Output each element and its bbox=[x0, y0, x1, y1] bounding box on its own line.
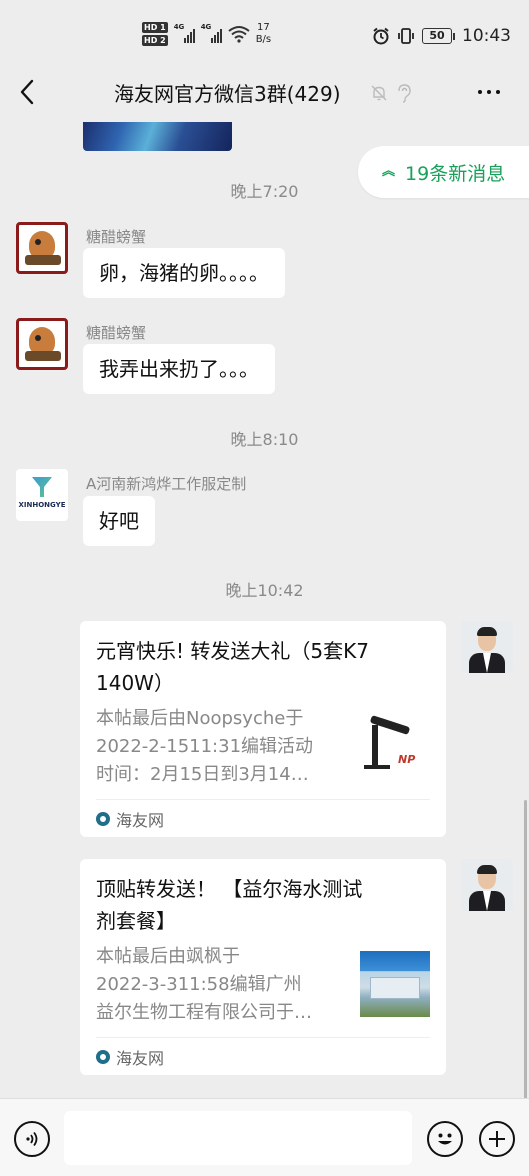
plus-icon[interactable] bbox=[479, 1121, 515, 1157]
network-speed: 17 B/s bbox=[255, 22, 272, 45]
timestamp: 晚上8:10 bbox=[230, 430, 299, 449]
page-title: 海友网官方微信3群(429) bbox=[114, 82, 341, 106]
signal-1-icon: 4G bbox=[174, 23, 195, 43]
link-card[interactable]: 顶贴转发送！ 【益尔海水测试 剂套餐】 本帖最后由飒枫于 2022-3-311:… bbox=[80, 859, 446, 1075]
card-title: 元宵快乐! 转发送大礼（5套K7 140W） bbox=[96, 639, 369, 695]
card-thumbnail: NP bbox=[360, 713, 430, 779]
source-icon bbox=[96, 811, 110, 826]
message-bubble[interactable]: 卵，海猪的卵。。。。 bbox=[83, 248, 285, 298]
back-arrow-icon[interactable] bbox=[14, 76, 42, 108]
emoji-icon[interactable] bbox=[427, 1121, 463, 1157]
message-bubble[interactable]: 我弄出来扔了。。。 bbox=[83, 344, 275, 394]
alarm-icon bbox=[373, 27, 389, 45]
sender-name: 糖醋螃蟹 bbox=[86, 228, 147, 246]
sender-name: A河南新鸿烨工作服定制 bbox=[86, 475, 247, 493]
voice-icon[interactable] bbox=[14, 1121, 50, 1157]
card-description: 本帖最后由飒枫于 2022-3-311:58编辑广州 益尔生物工程有限公司于… bbox=[96, 946, 312, 1023]
timestamp: 晚上7:20 bbox=[230, 182, 299, 201]
double-chevron-up-icon: ︽ bbox=[382, 164, 396, 179]
signal-2-icon: 4G bbox=[201, 23, 222, 43]
avatar[interactable] bbox=[461, 859, 513, 911]
card-source: 海友网 bbox=[96, 799, 430, 837]
status-left: HD 1 HD 2 4G 4G 17 B/s bbox=[142, 22, 271, 46]
timestamp: 晚上10:42 bbox=[225, 581, 304, 600]
avatar[interactable] bbox=[16, 318, 68, 370]
card-title: 顶贴转发送！ 【益尔海水测试 剂套餐】 bbox=[96, 877, 363, 933]
scrollbar[interactable] bbox=[524, 800, 527, 1100]
wifi-icon bbox=[228, 26, 250, 43]
source-icon bbox=[96, 1049, 110, 1064]
card-thumbnail bbox=[360, 951, 430, 1017]
ear-icon bbox=[398, 84, 411, 103]
hd-badge-2: HD 2 bbox=[142, 35, 168, 46]
input-bar bbox=[0, 1098, 529, 1176]
status-bar: HD 1 HD 2 4G 4G 17 B/s 50 10:43 bbox=[0, 0, 529, 62]
link-card[interactable]: 元宵快乐! 转发送大礼（5套K7 140W） 本帖最后由Noopsyche于 2… bbox=[80, 621, 446, 837]
message-input[interactable] bbox=[64, 1111, 412, 1165]
avatar[interactable]: XINHONGYE bbox=[16, 469, 68, 521]
avatar[interactable] bbox=[16, 222, 68, 274]
clock: 10:43 bbox=[462, 26, 511, 46]
hd-badges: HD 1 HD 2 bbox=[142, 22, 168, 46]
card-body: 本帖最后由Noopsyche于 2022-2-1511:31编辑活动 时间：2月… bbox=[96, 705, 430, 789]
mute-bell-icon bbox=[371, 85, 387, 101]
message-bubble[interactable]: 好吧 bbox=[83, 496, 155, 546]
hd-badge-1: HD 1 bbox=[142, 22, 168, 33]
status-right: 50 10:43 bbox=[372, 26, 511, 46]
avatar[interactable] bbox=[461, 621, 513, 673]
sender-name: 糖醋螃蟹 bbox=[86, 324, 147, 342]
image-message[interactable] bbox=[83, 122, 232, 151]
card-body: 本帖最后由飒枫于 2022-3-311:58编辑广州 益尔生物工程有限公司于… bbox=[96, 943, 430, 1027]
xinhongye-logo-icon bbox=[32, 477, 52, 497]
vibrate-icon bbox=[398, 28, 414, 44]
battery-icon: 50 bbox=[422, 28, 455, 44]
chat-header: 海友网官方微信3群(429) bbox=[0, 62, 529, 122]
card-source: 海友网 bbox=[96, 1037, 430, 1075]
card-description: 本帖最后由Noopsyche于 2022-2-1511:31编辑活动 时间：2月… bbox=[96, 708, 314, 785]
more-icon[interactable] bbox=[478, 90, 500, 94]
